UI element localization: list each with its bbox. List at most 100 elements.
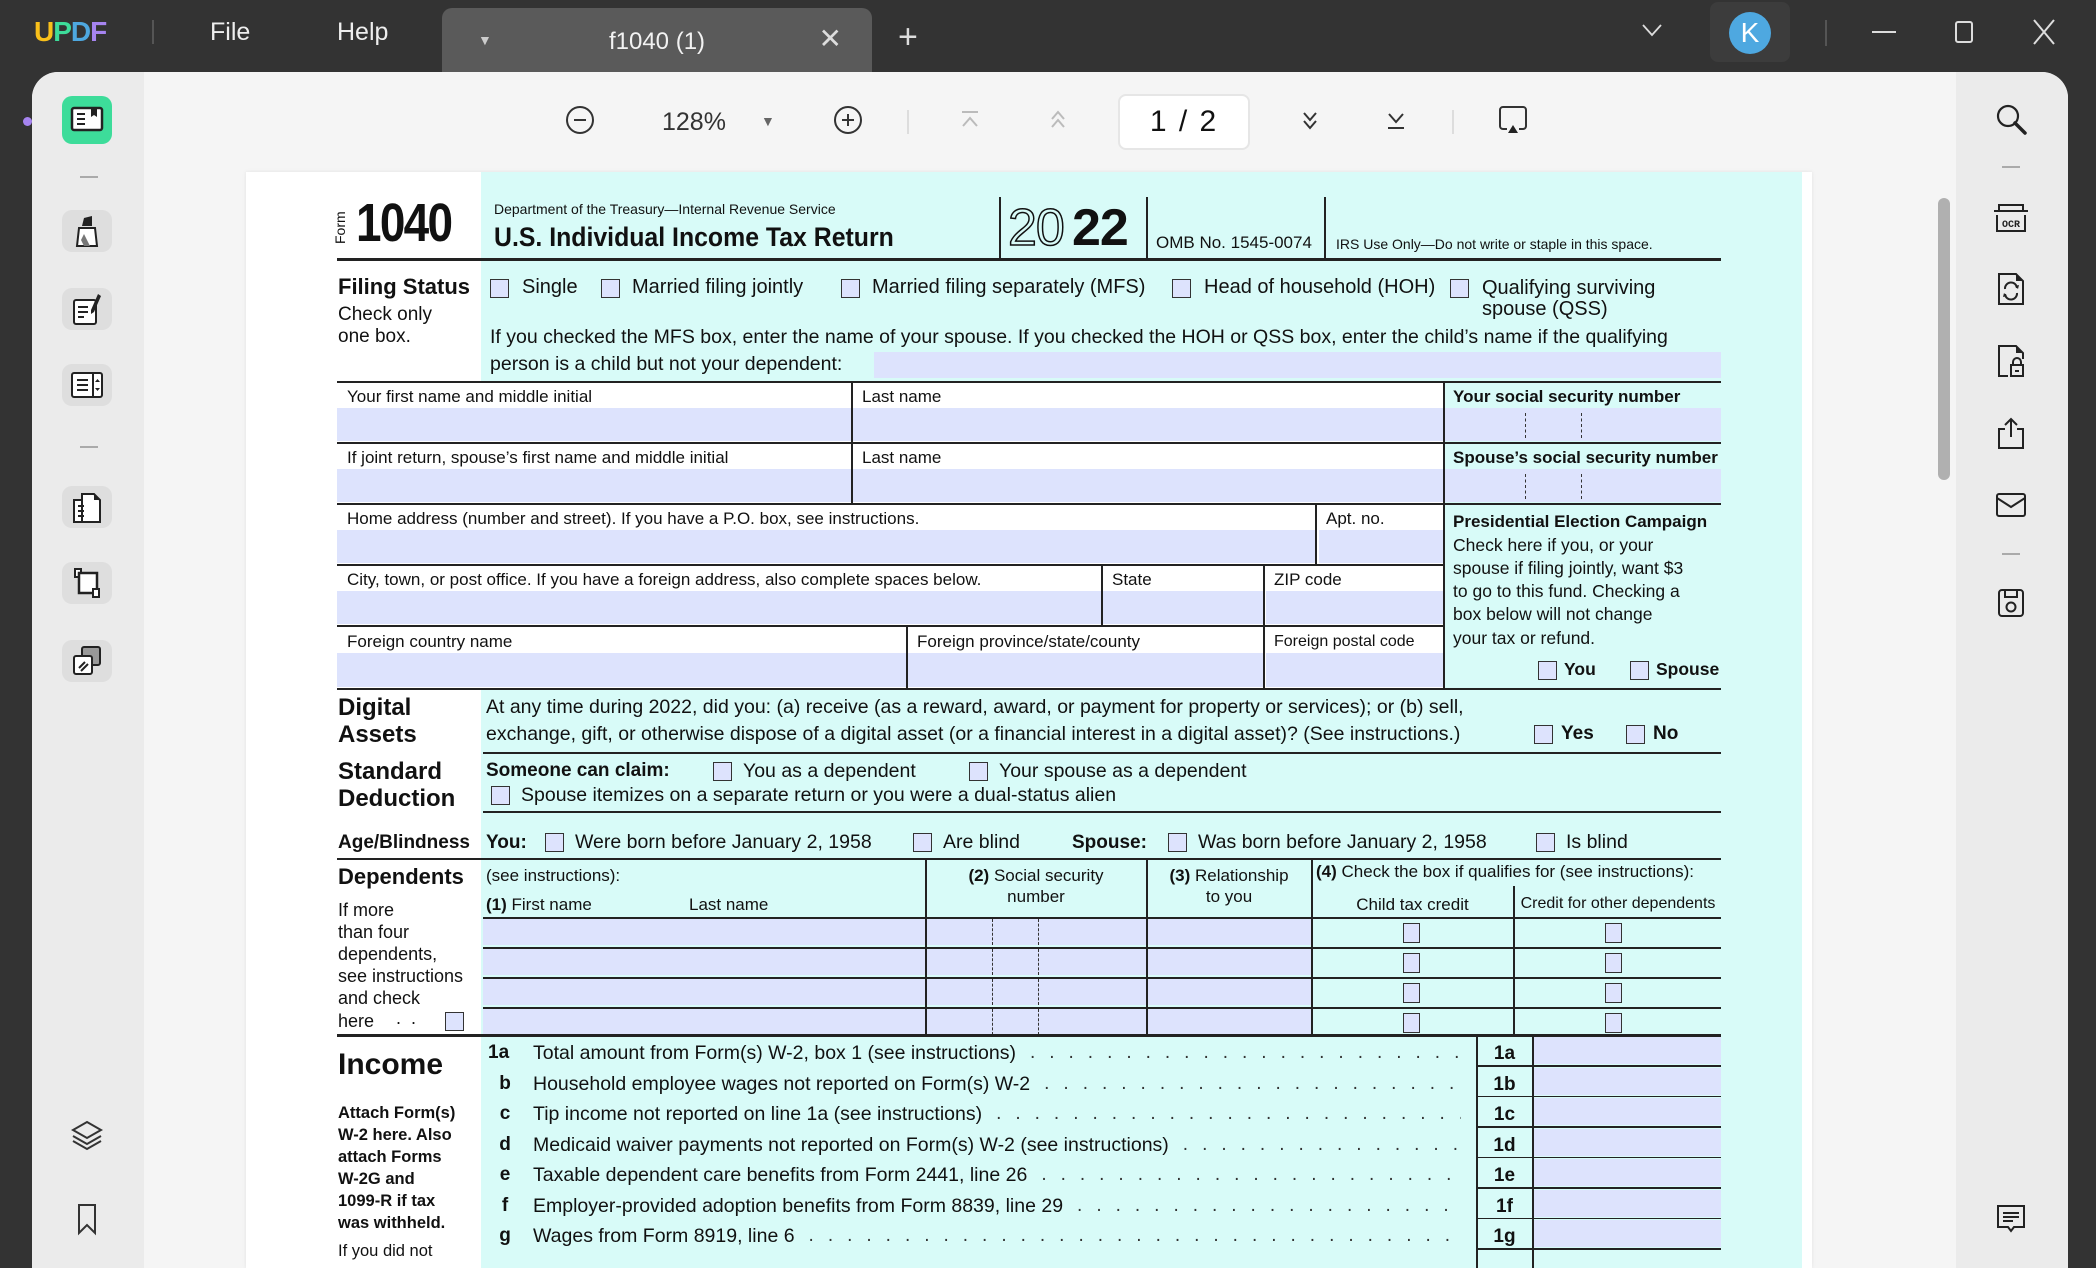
new-tab-button[interactable]: + [898,18,918,57]
checkbox-married-separately[interactable] [841,279,860,298]
foreign-postal-input[interactable] [1266,653,1443,687]
dependent-name-input[interactable] [483,949,925,975]
search-button[interactable] [1990,98,2032,140]
save-button[interactable] [1990,582,2032,624]
spouse-last-name-input[interactable] [853,469,1443,502]
crop-pages-button[interactable] [62,562,112,604]
income-amount-input[interactable] [1534,1159,1721,1186]
checkbox-child-tax-credit[interactable] [1403,1013,1420,1033]
checkbox-other-dependents-credit[interactable] [1605,1013,1622,1033]
checkbox-child-tax-credit[interactable] [1403,983,1420,1003]
checkbox-campaign-you[interactable] [1538,661,1557,680]
comments-panel-button[interactable] [1990,1198,2032,1240]
reader-mode-button[interactable] [62,96,112,144]
foreign-province-input[interactable] [908,653,1263,687]
checkbox-head-of-household[interactable] [1172,279,1191,298]
page-number-input[interactable]: 1 / 2 [1118,94,1250,150]
checkbox-campaign-spouse[interactable] [1630,661,1649,680]
city-input[interactable] [337,591,1101,624]
dependent-relationship-input[interactable] [1148,949,1311,975]
income-amount-input[interactable] [1534,1037,1721,1064]
dependent-name-input[interactable] [483,979,925,1005]
dependent-ssn-input[interactable] [927,979,1146,1005]
checkbox-other-dependents-credit[interactable] [1605,983,1622,1003]
email-button[interactable] [1990,484,2032,526]
zoom-out-button[interactable] [563,103,597,137]
checkbox-more-dependents[interactable] [445,1012,464,1031]
checkbox-you-dependent[interactable] [713,762,732,781]
divider [152,20,154,44]
income-amount-input[interactable] [1534,1220,1721,1247]
comment-tool-button[interactable] [62,210,112,252]
checkbox-spouse-blind[interactable] [1536,833,1555,852]
previous-page-button[interactable] [1041,103,1075,137]
dependent-name-input[interactable] [483,919,925,945]
minimize-icon[interactable] [1864,14,1904,50]
zip-input[interactable] [1266,591,1443,624]
last-name-input[interactable] [853,408,1443,441]
menu-help[interactable]: Help [337,18,388,47]
zoom-dropdown-icon[interactable]: ▼ [761,113,775,129]
ocr-button[interactable]: OCR [1990,196,2032,238]
protect-button[interactable] [1990,340,2032,382]
dependent-ssn-input[interactable] [927,919,1146,945]
qualifying-person-field[interactable] [874,352,1721,378]
form-tool-button[interactable] [62,364,112,406]
checkbox-digital-no[interactable] [1626,725,1645,744]
dependent-ssn-input[interactable] [927,949,1146,975]
income-amount-input[interactable] [1534,1098,1721,1125]
state-input[interactable] [1103,591,1263,624]
checkbox-you-born-before[interactable] [545,833,564,852]
spouse-first-name-input[interactable] [337,469,851,502]
close-window-icon[interactable] [2024,14,2064,50]
dependent-ssn-input[interactable] [927,1009,1146,1035]
presidential-text: Check here if you, or your [1453,535,1654,555]
edit-pdf-button[interactable] [62,288,112,330]
foreign-country-input[interactable] [337,653,906,687]
chevron-down-icon[interactable] [1640,18,1664,42]
menu-file[interactable]: File [210,18,250,47]
zoom-level[interactable]: 128% [662,108,726,137]
convert-button[interactable] [1990,268,2032,310]
apt-number-input[interactable] [1319,530,1443,563]
dependent-relationship-input[interactable] [1148,979,1311,1005]
checkbox-married-jointly[interactable] [601,279,620,298]
checkbox-spouse-dependent[interactable] [969,762,988,781]
watermark-button[interactable] [62,640,112,682]
tab-close-icon[interactable]: ✕ [819,22,842,55]
checkbox-you-blind[interactable] [913,833,932,852]
checkbox-qualifying-spouse[interactable] [1450,279,1469,298]
digital-assets-question: exchange, gift, or otherwise dispose of … [486,723,1461,745]
maximize-icon[interactable] [1944,14,1984,50]
dependent-name-input[interactable] [483,1009,925,1035]
vertical-scrollbar[interactable] [1938,198,1950,480]
bookmark-button[interactable] [62,1198,112,1240]
checkbox-spouse-born-before[interactable] [1168,833,1187,852]
organize-pages-button[interactable] [62,486,112,528]
document-tab[interactable]: ▼ f1040 (1) ✕ [442,8,872,72]
layers-button[interactable] [62,1114,112,1156]
checkbox-child-tax-credit[interactable] [1403,953,1420,973]
account-button[interactable]: K [1710,2,1790,62]
checkbox-other-dependents-credit[interactable] [1605,923,1622,943]
first-name-input[interactable] [337,408,851,441]
spouse-ssn-input[interactable] [1445,469,1721,502]
income-amount-input[interactable] [1534,1189,1721,1217]
dependent-relationship-input[interactable] [1148,919,1311,945]
checkbox-other-dependents-credit[interactable] [1605,953,1622,973]
zoom-in-button[interactable] [831,103,865,137]
checkbox-child-tax-credit[interactable] [1403,923,1420,943]
ssn-input[interactable] [1445,408,1721,441]
income-amount-input[interactable] [1534,1067,1721,1095]
checkbox-spouse-itemizes[interactable] [491,786,510,805]
share-button[interactable] [1990,412,2032,454]
first-page-button[interactable] [953,103,987,137]
dependent-relationship-input[interactable] [1148,1009,1311,1035]
checkbox-single[interactable] [490,279,509,298]
presentation-button[interactable] [1496,103,1530,137]
last-page-button[interactable] [1379,103,1413,137]
home-address-input[interactable] [337,530,1315,563]
income-amount-input[interactable] [1534,1128,1721,1156]
next-page-button[interactable] [1293,103,1327,137]
checkbox-digital-yes[interactable] [1534,725,1553,744]
